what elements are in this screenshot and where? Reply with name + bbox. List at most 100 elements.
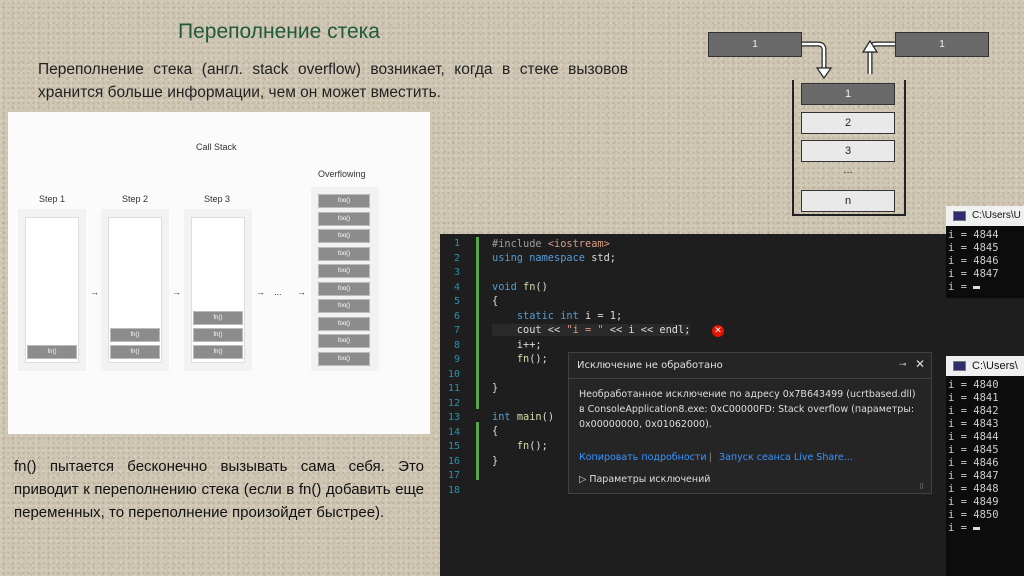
resize-grip-icon[interactable]: ⠿ — [919, 483, 924, 491]
overflow-stack-cell: foo() — [318, 281, 370, 296]
console-output-line: i = 4847 — [948, 470, 999, 482]
pop-value-box: 1 — [895, 32, 989, 57]
overflow-stack-cell: foo() — [318, 264, 370, 278]
error-icon[interactable]: ✕ — [712, 325, 724, 337]
arrow-icon: → — [172, 287, 181, 297]
overflow-stack-cell: foo() — [318, 334, 370, 348]
console-app-icon — [953, 211, 966, 221]
expand-icon: ▷ — [579, 474, 590, 485]
step-label-2: Step 2 — [122, 194, 149, 204]
exception-dialog: Исключение не обработано ⊸ ✕ Необработан… — [568, 352, 932, 494]
overflow-stack-cell: foo() — [318, 229, 370, 243]
exception-params-toggle[interactable]: ▷ Параметры исключений — [579, 474, 710, 485]
console-titlebar[interactable]: C:\Users\U — [946, 206, 1024, 226]
code-line-11: } — [492, 382, 499, 394]
overflow-stack-cell: foo() — [318, 211, 370, 226]
console-output-line: i = 4840 — [948, 379, 999, 391]
line-number: 1 — [453, 238, 460, 249]
line-number: 14 — [447, 426, 460, 438]
stack-cell: 2 — [801, 112, 895, 134]
line-number: 8 — [453, 339, 460, 351]
diagram-title: Call Stack — [196, 142, 237, 152]
step-label-1: Step 1 — [39, 194, 66, 204]
code-line-5: { — [492, 295, 499, 307]
console-output-line: i = 4844 — [948, 229, 999, 241]
pin-icon[interactable]: ⊸ — [899, 359, 907, 370]
arrow-icon: → — [90, 287, 99, 297]
push-value-box: 1 — [708, 32, 802, 57]
line-number: 10 — [447, 368, 460, 380]
console-output-line: i = 4841 — [948, 392, 999, 404]
exception-header: Исключение не обработано ⊸ ✕ — [569, 353, 931, 379]
close-icon[interactable]: ✕ — [915, 357, 925, 371]
stack-cell: fn() — [110, 345, 160, 359]
call-stack-diagram: Call Stack Overflowing Step 1 Step 2 Ste… — [8, 112, 430, 434]
line-number: 5 — [453, 296, 460, 307]
step-label-3: Step 3 — [204, 194, 231, 204]
console-output-line: i = — [946, 522, 1024, 535]
arrow-icon: → — [256, 287, 265, 297]
overflow-stack-cell: foo() — [318, 246, 370, 261]
code-line-13: int main() — [492, 411, 555, 423]
console-output-line: i = 4846 — [948, 255, 999, 267]
stack-cell: fn() — [193, 345, 243, 359]
stack-cell: 3 — [801, 140, 895, 162]
line-number: 3 — [453, 267, 460, 278]
link-separator: | — [709, 452, 713, 463]
line-number: 9 — [453, 354, 460, 365]
line-number: 16 — [447, 455, 460, 467]
console-output-line: i = 4848 — [948, 483, 999, 495]
line-number: 11 — [447, 383, 460, 394]
console-output-line: i = 4849 — [948, 496, 999, 508]
stack-step-2: fn() fn() — [101, 209, 169, 371]
console-app-icon — [953, 361, 966, 371]
code-line-8: i++; — [492, 339, 542, 351]
console-caption: C:\Users\U — [972, 210, 1021, 221]
line-number: 6 — [453, 310, 460, 322]
code-line-15: fn(); — [516, 440, 548, 452]
stack-step-1: fn() — [18, 209, 86, 371]
code-line-6: static int i = 1; — [516, 310, 623, 322]
code-line-14: { — [492, 425, 499, 437]
intro-text: Переполнение стека (англ. stack overflow… — [38, 61, 628, 101]
console-output-line: i = 4844 — [948, 431, 999, 443]
stack-cell: fn() — [110, 328, 160, 342]
console-cursor — [973, 526, 981, 530]
live-share-link[interactable]: Запуск сеанса Live Share... — [719, 452, 853, 463]
console-output-line: i = 4847 — [948, 268, 999, 280]
line-number: 18 — [447, 484, 460, 496]
stack-ellipsis: ... — [843, 164, 853, 176]
overflow-stack-cell: foo() — [318, 316, 370, 331]
line-number: 13 — [447, 412, 460, 423]
arrow-icon: → — [297, 287, 306, 297]
console-window-top: C:\Users\U i = 4844 i = 4845 i = 4846 i = 4… — [946, 206, 1024, 298]
stack-cell: fn() — [27, 345, 77, 359]
overflow-label: Overflowing — [318, 169, 366, 179]
code-line-16: } — [492, 455, 499, 467]
code-line-4: void fn() — [492, 281, 548, 293]
code-line-1: #include <iostream> — [492, 238, 610, 250]
console-caption: C:\Users\ — [972, 360, 1018, 372]
console-output-line: i = 4850 — [948, 509, 999, 521]
console-output-line: i = — [946, 281, 1024, 294]
exception-title: Исключение не обработано — [577, 360, 723, 371]
stack-cell-bottom: n — [801, 190, 895, 212]
console-output-line: i = 4846 — [948, 457, 999, 469]
copy-details-link[interactable]: Копировать подробности — [579, 452, 707, 463]
push-pop-arrows-icon — [802, 39, 895, 80]
console-titlebar[interactable]: C:\Users\ — [946, 356, 1024, 376]
line-number: 7 — [453, 325, 460, 336]
line-number: 17 — [447, 470, 460, 481]
slide-title: Переполнение стека — [178, 20, 380, 43]
overflow-stack-cell: foo() — [318, 351, 370, 366]
overflow-stack-cell: foo() — [318, 299, 370, 313]
code-line-2: using namespace std; — [492, 252, 616, 264]
console-output-line: i = 4843 — [948, 418, 999, 430]
line-number: 12 — [447, 397, 460, 409]
stack-cell: fn() — [193, 328, 243, 342]
ellipsis: ... — [274, 287, 282, 297]
console-output-line: i = 4845 — [948, 444, 999, 456]
stack-overflowing: foo() foo() foo() foo() foo() foo() foo() foo()… — [311, 187, 379, 371]
overflow-stack-cell: foo() — [318, 194, 370, 208]
description-text: fn() пытается бесконечно вызывать сама с… — [14, 458, 424, 521]
